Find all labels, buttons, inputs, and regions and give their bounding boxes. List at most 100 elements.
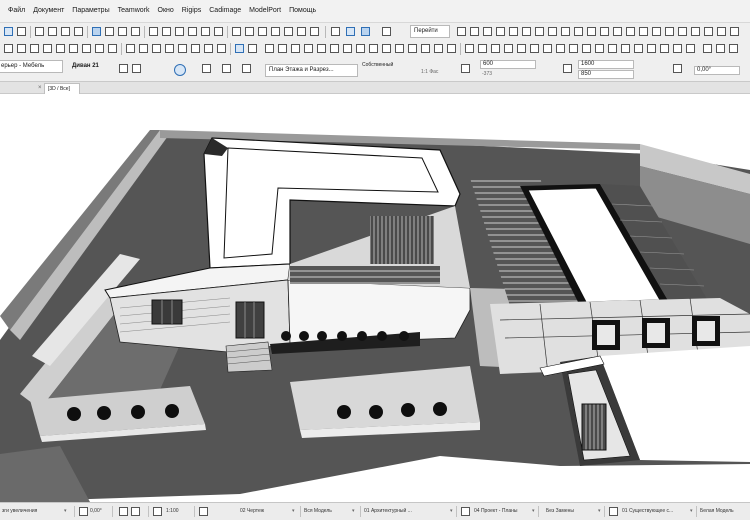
guide-line-icon[interactable]	[47, 26, 58, 37]
teamwork-receive-icon[interactable]	[469, 26, 480, 37]
model-dropdown-icon[interactable]: ▾	[352, 507, 355, 516]
redo-icon[interactable]	[73, 26, 84, 37]
angle-readout[interactable]: 0,00°	[90, 507, 102, 516]
menu-help[interactable]: Помощь	[285, 0, 320, 22]
zoom-in-icon[interactable]	[174, 26, 185, 37]
grid-icon[interactable]	[516, 43, 527, 54]
group-icon[interactable]	[316, 43, 327, 54]
zoom-dropdown-icon[interactable]: ▾	[64, 507, 67, 516]
pen-set-combo[interactable]: 01 Архитектурный ...	[364, 507, 412, 516]
scale-readout[interactable]: 1:100	[166, 507, 179, 516]
menu-file[interactable]: Файл	[4, 0, 29, 22]
wall-end-icon[interactable]	[407, 43, 418, 54]
menu-cadimage[interactable]: Cadimage	[205, 0, 245, 22]
tab-3d-all[interactable]: [3D / Все]	[44, 83, 80, 94]
structure-dropdown-icon[interactable]: ▾	[690, 507, 693, 516]
pen-set-dropdown-icon[interactable]: ▾	[450, 507, 453, 516]
roof-icon[interactable]	[81, 43, 92, 54]
magic-wand-icon[interactable]	[117, 26, 128, 37]
menu-rigips[interactable]: Rigips	[178, 0, 205, 22]
mvo-dropdown-icon[interactable]: ▾	[532, 507, 535, 516]
orientation-icon[interactable]	[78, 506, 89, 517]
snap-point-icon[interactable]	[247, 43, 258, 54]
worksheet-icon[interactable]	[270, 26, 281, 37]
lock-icon[interactable]	[342, 43, 353, 54]
bimx-icon[interactable]	[534, 26, 545, 37]
curtain-wall-icon[interactable]	[599, 26, 610, 37]
list-icon[interactable]	[503, 43, 514, 54]
save-icon[interactable]	[16, 26, 27, 37]
elevation-icon[interactable]	[257, 26, 268, 37]
element-settings-icon[interactable]	[118, 63, 129, 74]
partial-structure-icon[interactable]	[620, 43, 631, 54]
offset-icon[interactable]	[203, 43, 214, 54]
lamp-icon[interactable]	[594, 43, 605, 54]
calculate-icon[interactable]	[464, 43, 475, 54]
gravity-icon[interactable]	[130, 26, 141, 37]
mesh-icon[interactable]	[638, 26, 649, 37]
message-icon[interactable]	[508, 26, 519, 37]
snap-guide-icon[interactable]	[234, 43, 245, 54]
surface-override-combo[interactable]: Белая Модель	[700, 507, 734, 516]
layer-dropdown-icon[interactable]: ▾	[292, 507, 295, 516]
arrow-diagonal-icon[interactable]	[138, 43, 149, 54]
intersect-icon[interactable]	[290, 43, 301, 54]
layer-dropdown[interactable]: ерьер - Мебель	[0, 60, 63, 73]
camera-icon[interactable]	[702, 43, 713, 54]
3d-view-mode-icon[interactable]	[360, 26, 371, 37]
text-icon[interactable]	[690, 26, 701, 37]
rotate-icon[interactable]	[164, 43, 175, 54]
zoom-window-icon[interactable]	[130, 506, 141, 517]
collision-icon[interactable]	[685, 43, 696, 54]
wall-icon[interactable]	[29, 43, 40, 54]
mirror-icon[interactable]	[177, 43, 188, 54]
dimension-icon[interactable]	[677, 26, 688, 37]
layer-combination-icon[interactable]	[161, 26, 172, 37]
layout-icon[interactable]	[309, 26, 320, 37]
door-icon[interactable]	[94, 43, 105, 54]
report-icon[interactable]	[490, 43, 501, 54]
navigate-dropdown[interactable]: Перейти	[410, 25, 450, 38]
inject-parameters-icon[interactable]	[104, 26, 115, 37]
close-tab-icon[interactable]: ×	[38, 84, 43, 92]
show-hide-icon[interactable]	[646, 43, 657, 54]
release-icon[interactable]	[495, 26, 506, 37]
model-view-combo[interactable]: Вся Модель	[304, 507, 332, 516]
trace-icon[interactable]	[148, 26, 159, 37]
beam-icon[interactable]	[55, 43, 66, 54]
menu-window[interactable]: Окно	[154, 0, 178, 22]
favorites-icon[interactable]	[131, 63, 142, 74]
menu-options[interactable]: Параметры	[68, 0, 113, 22]
minus-icon[interactable]	[446, 43, 457, 54]
explode-icon[interactable]	[125, 43, 136, 54]
window-icon[interactable]	[107, 43, 118, 54]
zoom-fit-icon[interactable]	[118, 506, 129, 517]
surface-icon[interactable]	[659, 43, 670, 54]
anchor-icon[interactable]	[201, 63, 212, 74]
3d-viewport[interactable]	[0, 94, 750, 502]
drag-icon[interactable]	[151, 43, 162, 54]
railing-icon[interactable]	[625, 26, 636, 37]
trim-icon[interactable]	[381, 43, 392, 54]
angle-field[interactable]: 0,00°	[694, 66, 740, 75]
rendering-icon[interactable]	[381, 26, 392, 37]
cube-icon[interactable]	[368, 43, 379, 54]
section-icon[interactable]	[244, 26, 255, 37]
teamwork-send-icon[interactable]	[456, 26, 467, 37]
shell-icon[interactable]	[586, 26, 597, 37]
elevate-icon[interactable]	[190, 43, 201, 54]
floor-plan-icon[interactable]	[231, 26, 242, 37]
cut-plane-icon[interactable]	[420, 43, 431, 54]
stair-icon[interactable]	[612, 26, 623, 37]
zoom-out-icon[interactable]	[187, 26, 198, 37]
module-icon[interactable]	[542, 43, 553, 54]
menu-document[interactable]: Документ	[29, 0, 68, 22]
library-icon[interactable]	[547, 26, 558, 37]
grid-snap-icon[interactable]	[34, 26, 45, 37]
renovation-combo[interactable]: Без Замены	[546, 507, 574, 516]
pick-up-parameters-icon[interactable]	[91, 26, 102, 37]
slab-icon[interactable]	[68, 43, 79, 54]
arrow-select-icon[interactable]	[3, 43, 14, 54]
mvo-combo[interactable]: 04 Проект - Планы	[474, 507, 518, 516]
morph-icon[interactable]	[573, 26, 584, 37]
